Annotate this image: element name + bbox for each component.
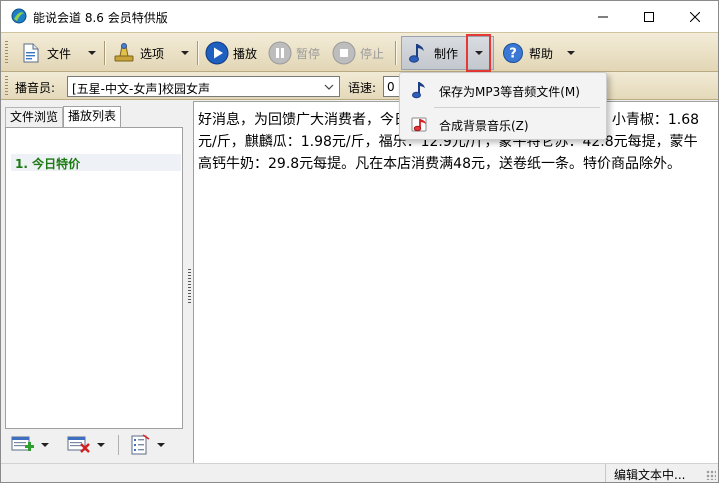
pause-icon [268, 41, 292, 65]
voicebar-grip[interactable] [5, 76, 8, 96]
add-list-icon [11, 436, 34, 451]
app-logo-icon [11, 8, 27, 24]
make-dropdown-arrow[interactable] [466, 34, 491, 72]
chevron-down-icon [474, 51, 483, 55]
status-bar: 编辑文本中... [1, 463, 718, 482]
tools-separator [118, 435, 119, 455]
play-button[interactable]: 播放 [205, 38, 257, 68]
speed-label: 语速: [348, 81, 377, 95]
stop-icon [332, 41, 356, 65]
voice-bar: 播音员: [五星-中文-女声]校园女声 语速: 0 [1, 72, 718, 100]
playlist[interactable]: 1. 今日特价 [5, 127, 183, 429]
list-options-icon [131, 434, 150, 455]
tab-file-browse[interactable]: 文件浏览 [5, 107, 64, 127]
menu-item-background-music[interactable]: 合成背景音乐(Z) [402, 109, 604, 139]
resize-grip[interactable] [706, 470, 716, 480]
remove-list-icon [67, 436, 90, 453]
file-dropdown-arrow[interactable] [84, 38, 100, 68]
chevron-down-icon [181, 51, 189, 55]
app-window: 能说会道 8.6 会员特供版 文件 选项 播放 暂停 停止 制作 ? 帮助 播音… [0, 0, 719, 483]
help-button[interactable]: ? 帮助 [501, 38, 553, 68]
background-music-icon [411, 117, 427, 132]
status-pane: 编辑文本中... [605, 464, 718, 482]
left-panel-tabs: 文件浏览 播放列表 [5, 106, 122, 128]
music-note-icon [406, 41, 430, 65]
main-toolbar: 文件 选项 播放 暂停 停止 制作 ? 帮助 [1, 32, 718, 72]
remove-item-button[interactable] [67, 433, 105, 457]
toolbar-separator [395, 41, 396, 65]
file-button-label: 文件 [47, 46, 72, 61]
title-bar: 能说会道 8.6 会员特供版 [1, 1, 718, 32]
pause-button[interactable]: 暂停 [268, 38, 320, 68]
speaker-select[interactable]: [五星-中文-女声]校园女声 [67, 76, 340, 97]
file-button[interactable]: 文件 [19, 38, 71, 68]
options-icon [112, 41, 136, 65]
maximize-button[interactable] [626, 1, 672, 32]
add-item-button[interactable] [11, 433, 49, 457]
status-text: 编辑文本中... [614, 468, 686, 482]
chevron-down-icon [41, 443, 49, 447]
speaker-label: 播音员: [15, 81, 56, 95]
help-dropdown-arrow[interactable] [563, 38, 579, 68]
tab-playlist[interactable]: 播放列表 [63, 106, 122, 128]
chevron-down-icon [88, 51, 96, 55]
speed-input-value: 0 [387, 80, 395, 94]
list-item-label: 1. 今日特价 [15, 157, 81, 171]
minimize-button[interactable] [580, 1, 626, 32]
chevron-down-icon [97, 443, 105, 447]
make-button[interactable]: 制作 [406, 38, 458, 68]
options-button[interactable]: 选项 [112, 38, 164, 68]
stop-button[interactable]: 停止 [332, 38, 384, 68]
chevron-down-icon [567, 51, 575, 55]
stop-button-label: 停止 [360, 46, 385, 61]
menu-item-label: 合成背景音乐(Z) [439, 119, 529, 133]
menu-separator [434, 107, 600, 108]
chevron-down-icon [324, 84, 334, 90]
file-icon [19, 41, 43, 65]
list-options-button[interactable] [129, 433, 165, 457]
music-note-icon [412, 82, 425, 99]
left-panel: 文件浏览 播放列表 1. 今日特价 [1, 101, 187, 463]
toolbar-separator [104, 41, 105, 65]
maximize-icon [644, 11, 654, 22]
make-dropdown-menu: 保存为MP3等音频文件(M) 合成背景音乐(Z) [399, 72, 607, 140]
svg-text:?: ? [509, 47, 517, 62]
play-icon [205, 41, 229, 65]
toolbar-grip[interactable] [5, 41, 8, 65]
help-icon: ? [501, 41, 525, 65]
close-button[interactable] [672, 1, 718, 32]
speaker-select-value: [五星-中文-女声]校园女声 [72, 82, 211, 96]
playlist-tools [5, 431, 185, 459]
text-editor[interactable]: 好消息，为回馈广大消费者，今日特价蔬菜：大白菜：0.48元/斤，小青椒：1.68… [193, 101, 718, 463]
minimize-icon [598, 16, 608, 17]
splitter-grip [188, 269, 191, 305]
options-dropdown-arrow[interactable] [177, 38, 193, 68]
chevron-down-icon [157, 443, 165, 447]
help-button-label: 帮助 [529, 46, 554, 61]
menu-item-label: 保存为MP3等音频文件(M) [439, 85, 580, 99]
window-title: 能说会道 8.6 会员特供版 [33, 11, 168, 25]
toolbar-separator [197, 41, 198, 65]
make-button-label: 制作 [434, 46, 459, 61]
pause-button-label: 暂停 [296, 46, 321, 61]
list-item[interactable]: 1. 今日特价 [11, 154, 181, 171]
options-button-label: 选项 [140, 46, 165, 61]
menu-item-save-mp3[interactable]: 保存为MP3等音频文件(M) [402, 75, 604, 105]
close-icon [690, 11, 700, 22]
play-button-label: 播放 [233, 46, 258, 61]
